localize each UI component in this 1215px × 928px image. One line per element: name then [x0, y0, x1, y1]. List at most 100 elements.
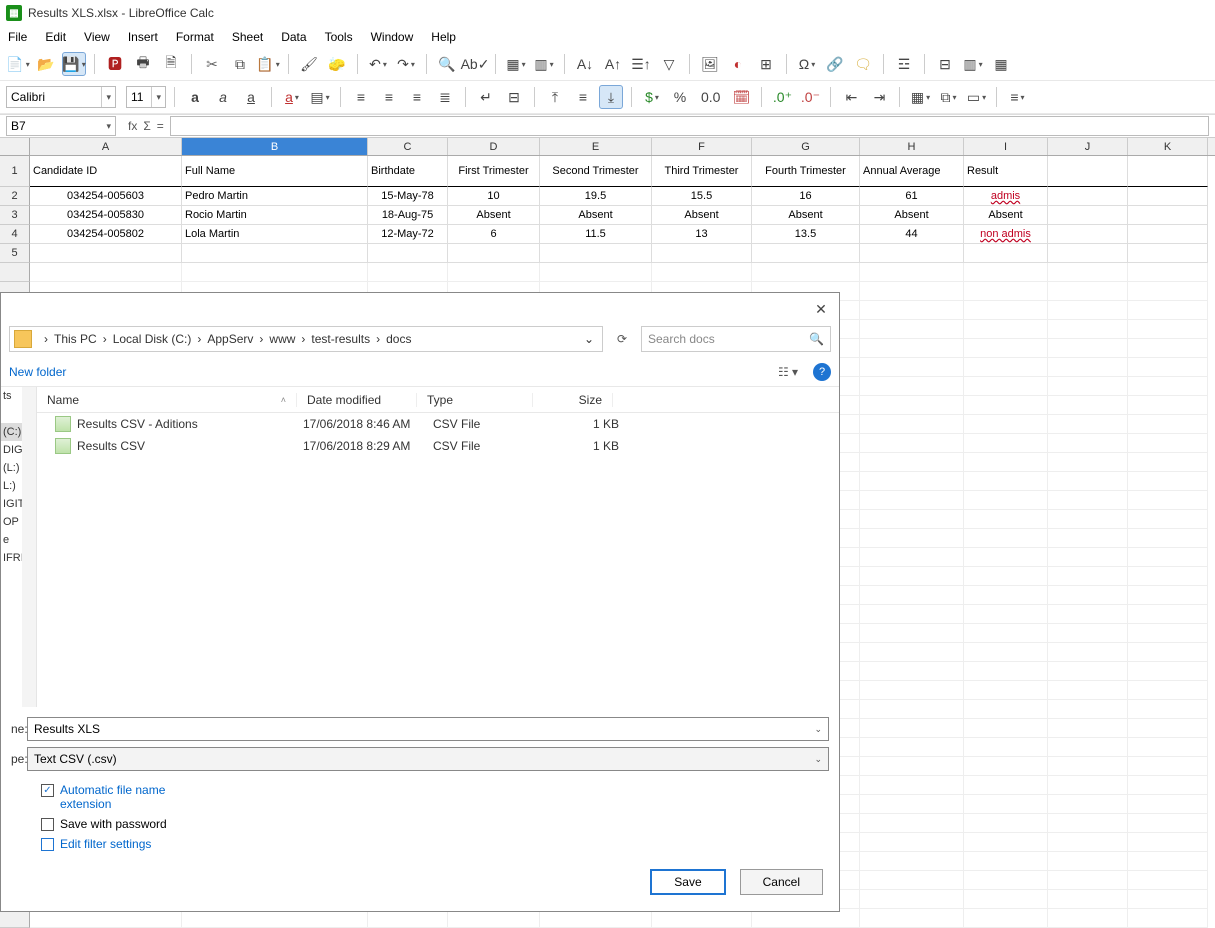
- cell[interactable]: Second Trimester: [540, 156, 652, 187]
- cell[interactable]: Absent: [860, 206, 964, 225]
- cancel-button[interactable]: Cancel: [740, 869, 823, 895]
- comment-button[interactable]: 🗨: [851, 52, 875, 76]
- cell[interactable]: [1048, 472, 1128, 491]
- sort-desc-button[interactable]: A↑: [601, 52, 625, 76]
- cell[interactable]: [1128, 510, 1208, 529]
- file-row[interactable]: Results CSV17/06/2018 8:29 AMCSV File1 K…: [37, 435, 839, 457]
- cell[interactable]: [1128, 263, 1208, 282]
- cell[interactable]: [1048, 567, 1128, 586]
- cell[interactable]: [860, 548, 964, 567]
- cell[interactable]: [860, 700, 964, 719]
- cell[interactable]: Full Name: [182, 156, 368, 187]
- cell[interactable]: 034254-005802: [30, 225, 182, 244]
- cell[interactable]: [1048, 415, 1128, 434]
- cell[interactable]: [860, 795, 964, 814]
- cell[interactable]: [1128, 377, 1208, 396]
- formula-input[interactable]: [170, 116, 1209, 136]
- cell[interactable]: [860, 719, 964, 738]
- cell[interactable]: [1048, 548, 1128, 567]
- menu-help[interactable]: Help: [431, 30, 456, 44]
- cell[interactable]: [1128, 301, 1208, 320]
- cell[interactable]: [1048, 510, 1128, 529]
- cell[interactable]: [1128, 396, 1208, 415]
- add-decimal-button[interactable]: .0⁺: [770, 85, 794, 109]
- cell[interactable]: [860, 662, 964, 681]
- cell[interactable]: [1048, 719, 1128, 738]
- cell[interactable]: Result: [964, 156, 1048, 187]
- cell[interactable]: [860, 339, 964, 358]
- cell[interactable]: Lola Martin: [182, 225, 368, 244]
- cell[interactable]: [1128, 358, 1208, 377]
- cell[interactable]: [860, 757, 964, 776]
- cell[interactable]: [1048, 263, 1128, 282]
- new-doc-button[interactable]: 📄: [6, 52, 30, 76]
- cell[interactable]: [964, 700, 1048, 719]
- cell[interactable]: [1128, 453, 1208, 472]
- cell[interactable]: [964, 643, 1048, 662]
- crumb[interactable]: AppServ: [207, 332, 253, 346]
- row-header[interactable]: 3: [0, 206, 30, 225]
- crumb[interactable]: Local Disk (C:): [113, 332, 192, 346]
- menu-format[interactable]: Format: [176, 30, 214, 44]
- clear-format-button[interactable]: 🧽: [325, 52, 349, 76]
- border-style-button[interactable]: ⧉: [936, 85, 960, 109]
- col-header-f[interactable]: F: [652, 138, 752, 155]
- col-header-a[interactable]: A: [30, 138, 182, 155]
- cell[interactable]: [1048, 624, 1128, 643]
- valign-top-button[interactable]: ⤒: [543, 85, 567, 109]
- cell[interactable]: [1048, 206, 1128, 225]
- cell[interactable]: [30, 263, 182, 282]
- highlight-button[interactable]: ▤: [308, 85, 332, 109]
- window-button[interactable]: ▦: [989, 52, 1013, 76]
- cell[interactable]: 19.5: [540, 187, 652, 206]
- cell[interactable]: Candidate ID: [30, 156, 182, 187]
- print-button[interactable]: 🖶: [131, 52, 155, 76]
- cell[interactable]: [1128, 206, 1208, 225]
- cell[interactable]: [1048, 187, 1128, 206]
- cell[interactable]: 034254-005603: [30, 187, 182, 206]
- cell[interactable]: [860, 377, 964, 396]
- cell[interactable]: [1048, 795, 1128, 814]
- cell[interactable]: [1048, 491, 1128, 510]
- align-justify-button[interactable]: ≣: [433, 85, 457, 109]
- search-input[interactable]: Search docs 🔍: [641, 326, 831, 352]
- equals-icon[interactable]: =: [157, 119, 164, 133]
- split-button[interactable]: ▥: [961, 52, 985, 76]
- merge-cells-button[interactable]: ⊟: [502, 85, 526, 109]
- cell[interactable]: [1048, 244, 1128, 263]
- col-date[interactable]: Date modified: [297, 393, 417, 407]
- sum-icon[interactable]: Σ: [143, 119, 150, 133]
- cell[interactable]: [964, 624, 1048, 643]
- menu-data[interactable]: Data: [281, 30, 306, 44]
- cell[interactable]: [860, 434, 964, 453]
- insert-image-button[interactable]: 🖼: [698, 52, 722, 76]
- cell[interactable]: [182, 244, 368, 263]
- save-button[interactable]: 💾: [62, 52, 86, 76]
- cell[interactable]: [1048, 757, 1128, 776]
- indent-inc-button[interactable]: ⇥: [867, 85, 891, 109]
- cell[interactable]: Birthdate: [368, 156, 448, 187]
- cell[interactable]: [860, 396, 964, 415]
- cell[interactable]: [1048, 871, 1128, 890]
- new-folder-button[interactable]: New folder: [9, 365, 66, 379]
- menu-view[interactable]: View: [84, 30, 110, 44]
- col-header-d[interactable]: D: [448, 138, 540, 155]
- cell[interactable]: [964, 434, 1048, 453]
- cell[interactable]: [1048, 700, 1128, 719]
- col-size[interactable]: Size: [533, 393, 613, 407]
- cell[interactable]: [1048, 396, 1128, 415]
- cell[interactable]: [1128, 415, 1208, 434]
- cell[interactable]: Annual Average: [860, 156, 964, 187]
- save-button[interactable]: Save: [650, 869, 725, 895]
- view-options-button[interactable]: ☷ ▾: [773, 361, 803, 383]
- crumb[interactable]: docs: [386, 332, 411, 346]
- crumb[interactable]: www: [269, 332, 295, 346]
- insert-chart-button[interactable]: ◐: [726, 52, 750, 76]
- cell[interactable]: [1128, 434, 1208, 453]
- cell[interactable]: [540, 263, 652, 282]
- copy-button[interactable]: ⧉: [228, 52, 252, 76]
- cell[interactable]: [964, 586, 1048, 605]
- cell[interactable]: [1128, 529, 1208, 548]
- name-box[interactable]: B7 ▾: [6, 116, 116, 136]
- cell[interactable]: [860, 263, 964, 282]
